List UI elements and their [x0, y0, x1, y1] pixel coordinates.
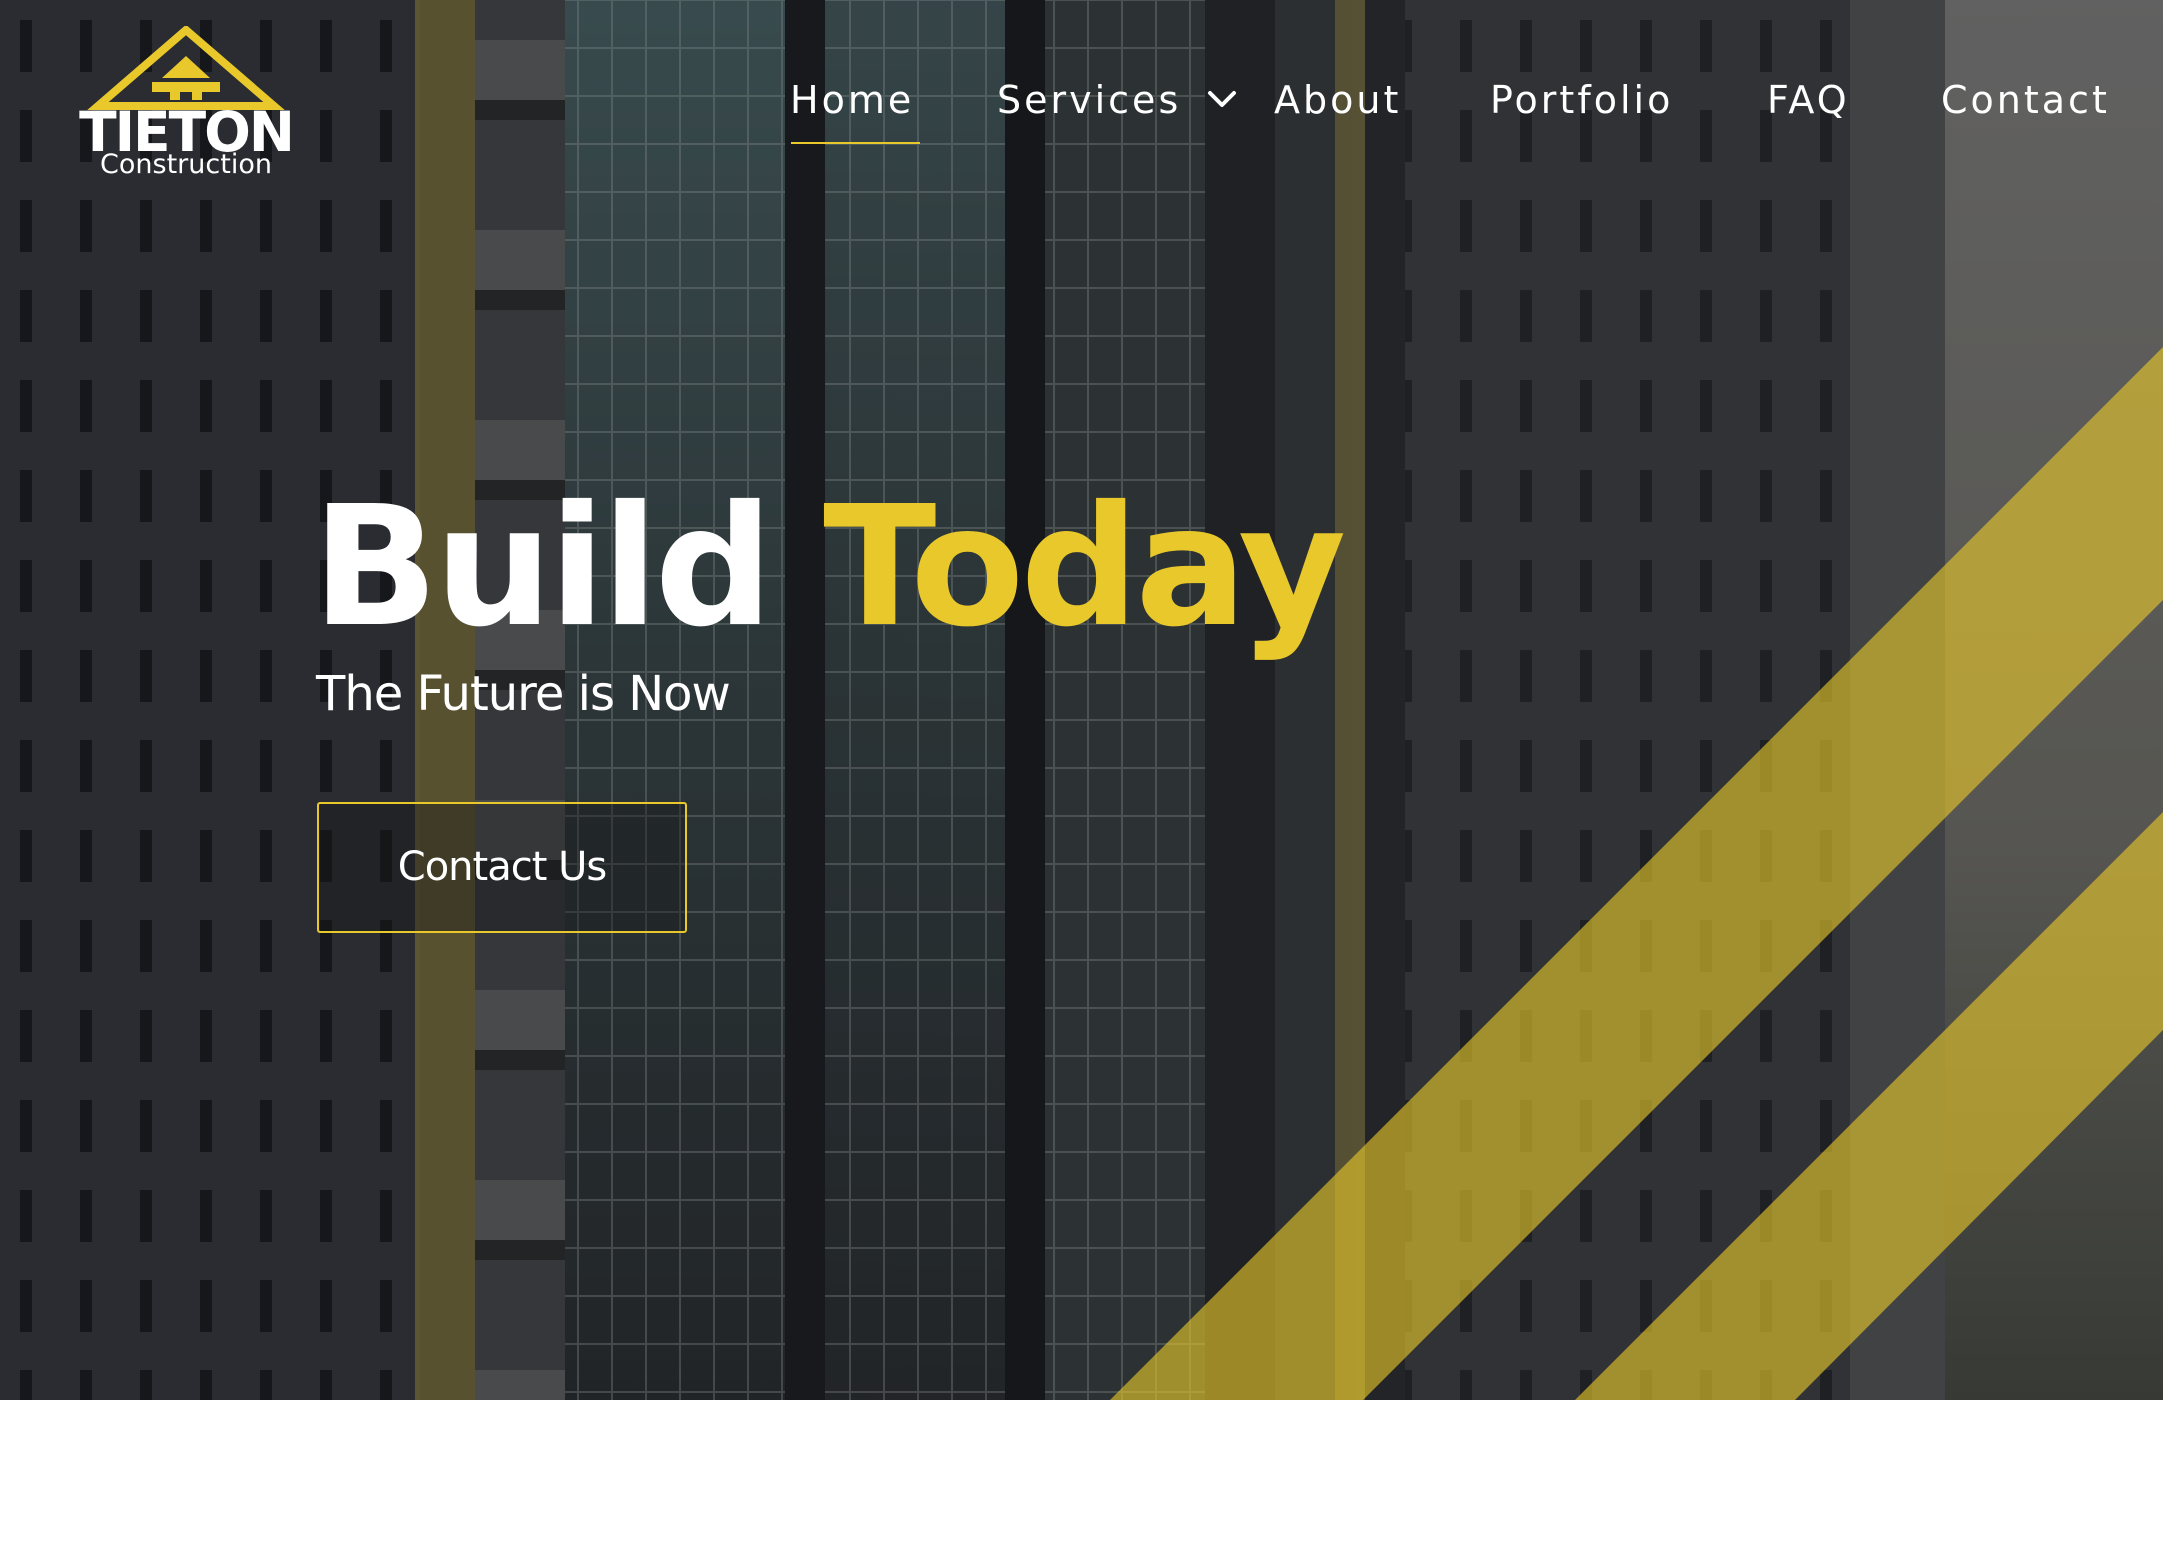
chevron-down-icon[interactable] [1206, 88, 1238, 110]
hero-subheading: The Future is Now [316, 666, 731, 722]
nav-portfolio[interactable]: Portfolio [1490, 72, 1673, 128]
hero-section: TIETON Construction Home Services About … [0, 0, 2163, 1400]
contact-us-button[interactable]: Contact Us [317, 802, 687, 933]
brand-subtitle: Construction [100, 149, 272, 180]
nav-active-indicator [791, 142, 920, 144]
headline-word-today: Today [823, 471, 1346, 664]
headline-word-build: Build [312, 471, 773, 664]
nav-about[interactable]: About [1274, 72, 1401, 128]
content-section [0, 1400, 2163, 1561]
main-navigation: Home Services About Portfolio FAQ Contac… [0, 72, 2163, 132]
nav-home[interactable]: Home [790, 72, 914, 128]
hero-headline: Build Today [312, 478, 1346, 658]
nav-contact[interactable]: Contact [1941, 72, 2110, 128]
nav-faq[interactable]: FAQ [1767, 72, 1850, 128]
nav-services[interactable]: Services [997, 72, 1181, 128]
